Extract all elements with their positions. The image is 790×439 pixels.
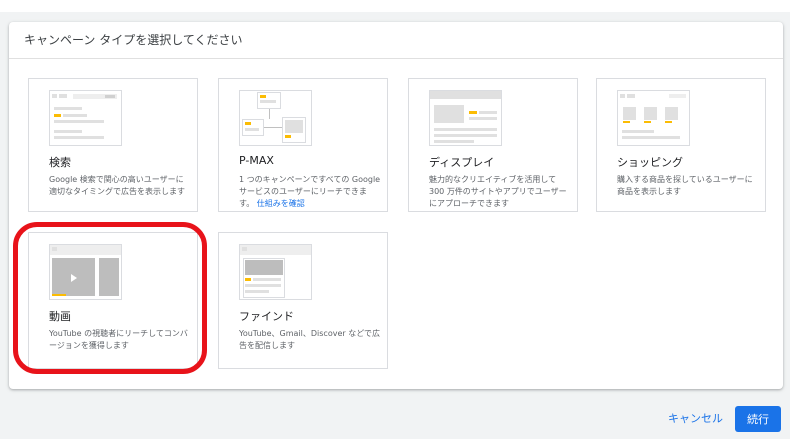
campaign-type-pmax-card[interactable]: P-MAX 1 つのキャンペーンですべての Google サービスのユーザーにリ… bbox=[218, 78, 388, 212]
campaign-type-description: 購入する商品を探しているユーザーに商品を表示します bbox=[617, 175, 753, 196]
top-strip bbox=[0, 0, 790, 12]
campaign-type-title: ショッピング bbox=[617, 156, 683, 169]
campaign-type-discovery-card[interactable]: ファインド YouTube、Gmail、Discover などで広告を配信します bbox=[218, 232, 388, 369]
video-illustration-icon bbox=[49, 244, 122, 300]
continue-button[interactable]: 続行 bbox=[735, 406, 781, 432]
campaign-type-description: Google 検索で関心の高いユーザーに適切なタイミングで広告を表示します bbox=[49, 175, 185, 196]
search-illustration-icon bbox=[49, 90, 122, 146]
cancel-button[interactable]: キャンセル bbox=[668, 410, 723, 426]
campaign-type-title: ディスプレイ bbox=[429, 156, 495, 169]
campaign-type-video-card[interactable]: 動画 YouTube の視聴者にリーチしてコンバージョンを獲得します bbox=[28, 232, 198, 369]
campaign-type-title: 検索 bbox=[49, 156, 71, 169]
campaign-type-title: ファインド bbox=[239, 310, 294, 323]
campaign-type-search-card[interactable]: 検索 Google 検索で関心の高いユーザーに適切なタイミングで広告を表示します bbox=[28, 78, 198, 212]
discovery-illustration-icon bbox=[239, 244, 312, 300]
campaign-type-description: YouTube、Gmail、Discover などで広告を配信します bbox=[239, 329, 381, 350]
campaign-type-dialog: キャンペーン タイプを選択してください 検索 Google 検索で関心の高いユー… bbox=[9, 22, 783, 389]
campaign-type-title: P-MAX bbox=[239, 154, 274, 167]
display-illustration-icon bbox=[429, 90, 502, 146]
campaign-type-title: 動画 bbox=[49, 310, 71, 323]
campaign-type-description: YouTube の視聴者にリーチしてコンバージョンを獲得します bbox=[49, 329, 188, 350]
campaign-type-description: 魅力的なクリエイティブを活用して 300 万件のサイトやアプリでユーザーにアプロ… bbox=[429, 175, 567, 208]
shopping-illustration-icon bbox=[617, 90, 690, 146]
campaign-type-display-card[interactable]: ディスプレイ 魅力的なクリエイティブを活用して 300 万件のサイトやアプリでユ… bbox=[408, 78, 578, 212]
dialog-title: キャンペーン タイプを選択してください bbox=[9, 22, 783, 59]
campaign-type-description: 1 つのキャンペーンですべての Google サービスのユーザーにリーチできます… bbox=[239, 175, 381, 208]
learn-how-it-works-link[interactable]: 仕組みを確認 bbox=[257, 199, 305, 208]
campaign-type-shopping-card[interactable]: ショッピング 購入する商品を探しているユーザーに商品を表示します bbox=[596, 78, 766, 212]
pmax-illustration-icon bbox=[239, 90, 312, 146]
